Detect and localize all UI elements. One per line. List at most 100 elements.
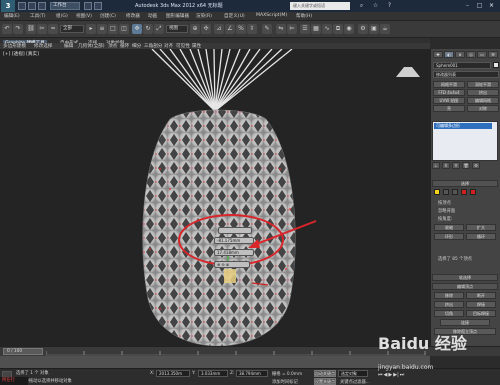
modifier-btn-5[interactable]: UVW 贴图 — [433, 97, 465, 104]
caddy-apply-icon[interactable]: ⊖ — [221, 262, 224, 267]
motion-tab-icon[interactable]: ◎ — [466, 51, 476, 58]
border-mode-icon[interactable] — [452, 189, 458, 195]
open-file-icon[interactable] — [28, 2, 36, 10]
select-scale-icon[interactable]: ⤢ — [154, 24, 164, 34]
selection-rollout-header[interactable]: 选择 — [432, 180, 498, 187]
undo-button[interactable]: ↶ — [2, 24, 12, 34]
remove-modifier-icon[interactable]: 🗑 — [462, 162, 470, 169]
undo-icon[interactable] — [84, 2, 92, 10]
menu-tools[interactable]: 工具(T) — [30, 13, 46, 19]
z-coordinate[interactable]: 38.794mm — [236, 370, 268, 377]
x-coordinate[interactable]: 2013.350m — [156, 370, 190, 377]
window-crossing-icon[interactable]: ◫ — [119, 24, 129, 34]
bind-space-warp-icon[interactable]: ≈ — [48, 24, 58, 34]
by-angle-checkbox[interactable]: 按角度: — [438, 216, 452, 222]
remove-button[interactable]: 移除 — [434, 292, 464, 299]
workspace-select[interactable]: 工作台 — [50, 2, 80, 10]
modifier-list-select[interactable]: 修改器列表 — [433, 71, 499, 78]
connect-button[interactable]: 连接 — [440, 319, 490, 326]
material-editor-icon[interactable]: ◉ — [344, 24, 354, 34]
extrude-button[interactable]: 挤出 — [434, 301, 464, 308]
chamfer-button[interactable]: 切角 — [434, 310, 464, 317]
select-rotate-icon[interactable]: ↻ — [143, 24, 153, 34]
object-name-field[interactable]: Sphere001 — [433, 62, 491, 69]
break-button[interactable]: 断开 — [466, 292, 496, 299]
viewcube-icon[interactable] — [396, 67, 420, 77]
link-icon[interactable]: ⛓ — [26, 24, 36, 34]
track-bar[interactable] — [0, 356, 430, 368]
select-object-icon[interactable]: ▸ — [86, 24, 96, 34]
pivot-center-icon[interactable]: ⊕ — [190, 24, 200, 34]
grow-button[interactable]: 扩大 — [466, 224, 496, 231]
reference-coord-select[interactable]: 视图 — [166, 25, 188, 33]
show-end-result-icon[interactable]: ⫴ — [442, 162, 450, 169]
selection-filter-select[interactable]: 全部 — [60, 25, 84, 33]
modifier-stack[interactable]: 可编辑多边形 — [432, 121, 498, 161]
modify-tab-icon[interactable]: ◐ — [444, 51, 454, 58]
by-vertex-checkbox[interactable]: 按顶点 — [438, 200, 451, 206]
schematic-view-icon[interactable]: ⧉ — [333, 24, 343, 34]
menu-help[interactable]: 帮助(H) — [296, 13, 312, 19]
unlink-icon[interactable]: ✂ — [37, 24, 47, 34]
target-weld-button[interactable]: 目标焊接 — [466, 310, 496, 317]
manipulate-icon[interactable]: ✣ — [201, 24, 211, 34]
perspective-viewport[interactable]: [+] [透视] [真实] -81.175mm 17.418mm ⊕ ⊖ ⊗ — [0, 49, 430, 346]
polygon-mode-icon[interactable] — [461, 189, 467, 195]
new-file-icon[interactable] — [18, 2, 26, 10]
spinner-snap-icon[interactable]: ⇳ — [247, 24, 257, 34]
display-tab-icon[interactable]: ▭ — [477, 51, 487, 58]
ring-button[interactable]: 环形 — [434, 233, 464, 240]
layer-manager-icon[interactable]: ☰ — [300, 24, 310, 34]
caddy-ok-icon[interactable]: ⊕ — [217, 262, 220, 267]
object-color-swatch[interactable] — [493, 62, 499, 68]
shrink-button[interactable]: 收缩 — [434, 224, 464, 231]
set-key-button[interactable]: 设置关键点 — [314, 378, 336, 385]
search-input[interactable]: 键入关键字或短语 — [290, 2, 350, 10]
menu-edit[interactable]: 编辑(E) — [4, 13, 20, 19]
menu-create[interactable]: 创建(C) — [100, 13, 116, 19]
modifier-btn-8[interactable]: 对称 — [467, 105, 499, 112]
ignore-backfacing-checkbox[interactable]: 忽略背面 — [438, 208, 455, 214]
menu-modifiers[interactable]: 修改器 — [126, 13, 140, 19]
menu-group[interactable]: 组(G) — [56, 13, 68, 19]
render-setup-icon[interactable]: ⚙ — [358, 24, 368, 34]
add-time-tag[interactable]: 添加时间标记 — [272, 379, 298, 385]
auto-key-button[interactable]: 自动关键点 — [314, 370, 336, 377]
edit-vertices-rollout[interactable]: 编辑顶点 — [432, 283, 498, 290]
modifier-btn-3[interactable]: FFD 4x4x4 — [433, 89, 465, 96]
modifier-btn-7[interactable]: 壳 — [433, 105, 465, 112]
key-filters-button[interactable]: 关键点过滤器... — [340, 379, 370, 385]
search-icon[interactable]: ⌕ — [356, 1, 367, 10]
utilities-tab-icon[interactable]: ⚒ — [488, 51, 498, 58]
menu-animation[interactable]: 动画 — [148, 13, 157, 19]
edge-mode-icon[interactable] — [443, 189, 449, 195]
pin-stack-icon[interactable]: ⊥ — [432, 162, 440, 169]
menu-maxscript[interactable]: MAXScript(M) — [256, 13, 287, 18]
weld-button[interactable]: 焊接 — [466, 301, 496, 308]
curve-editor-icon[interactable]: ∿ — [322, 24, 332, 34]
rect-select-icon[interactable]: □ — [108, 24, 118, 34]
redo-button[interactable]: ↷ — [13, 24, 23, 34]
star-icon[interactable]: ☆ — [370, 1, 381, 10]
stack-item-editable-poly[interactable]: 可编辑多边形 — [434, 123, 492, 129]
mirror-icon[interactable]: ⇋ — [276, 24, 286, 34]
snap-toggle-icon[interactable]: ⊿ — [214, 24, 224, 34]
render-production-icon[interactable]: ☕ — [380, 24, 390, 34]
configure-sets-icon[interactable]: ⚙ — [472, 162, 480, 169]
y-coordinate[interactable]: 3.033mm — [198, 370, 228, 377]
graphite-toggle-icon[interactable]: ▦ — [311, 24, 321, 34]
close-icon[interactable]: × — [486, 1, 497, 10]
time-slider-thumb[interactable]: 0 / 100 — [3, 348, 43, 355]
modifier-btn-2[interactable]: 涡轮平滑 — [467, 81, 499, 88]
modifier-btn-6[interactable]: 编辑网格 — [467, 97, 499, 104]
help-icon[interactable]: ? — [384, 1, 395, 10]
align-icon[interactable]: ⊨ — [287, 24, 297, 34]
save-file-icon[interactable] — [38, 2, 46, 10]
soft-selection-rollout[interactable]: 软选择 — [432, 274, 498, 281]
app-logo-icon[interactable]: 3 — [1, 0, 15, 12]
minimize-icon[interactable]: – — [462, 1, 473, 10]
menu-rendering[interactable]: 渲染(R) — [196, 13, 212, 19]
modifier-btn-1[interactable]: 网格平滑 — [433, 81, 465, 88]
select-move-icon[interactable]: ✥ — [132, 24, 142, 34]
menu-views[interactable]: 视图(V) — [76, 13, 92, 19]
